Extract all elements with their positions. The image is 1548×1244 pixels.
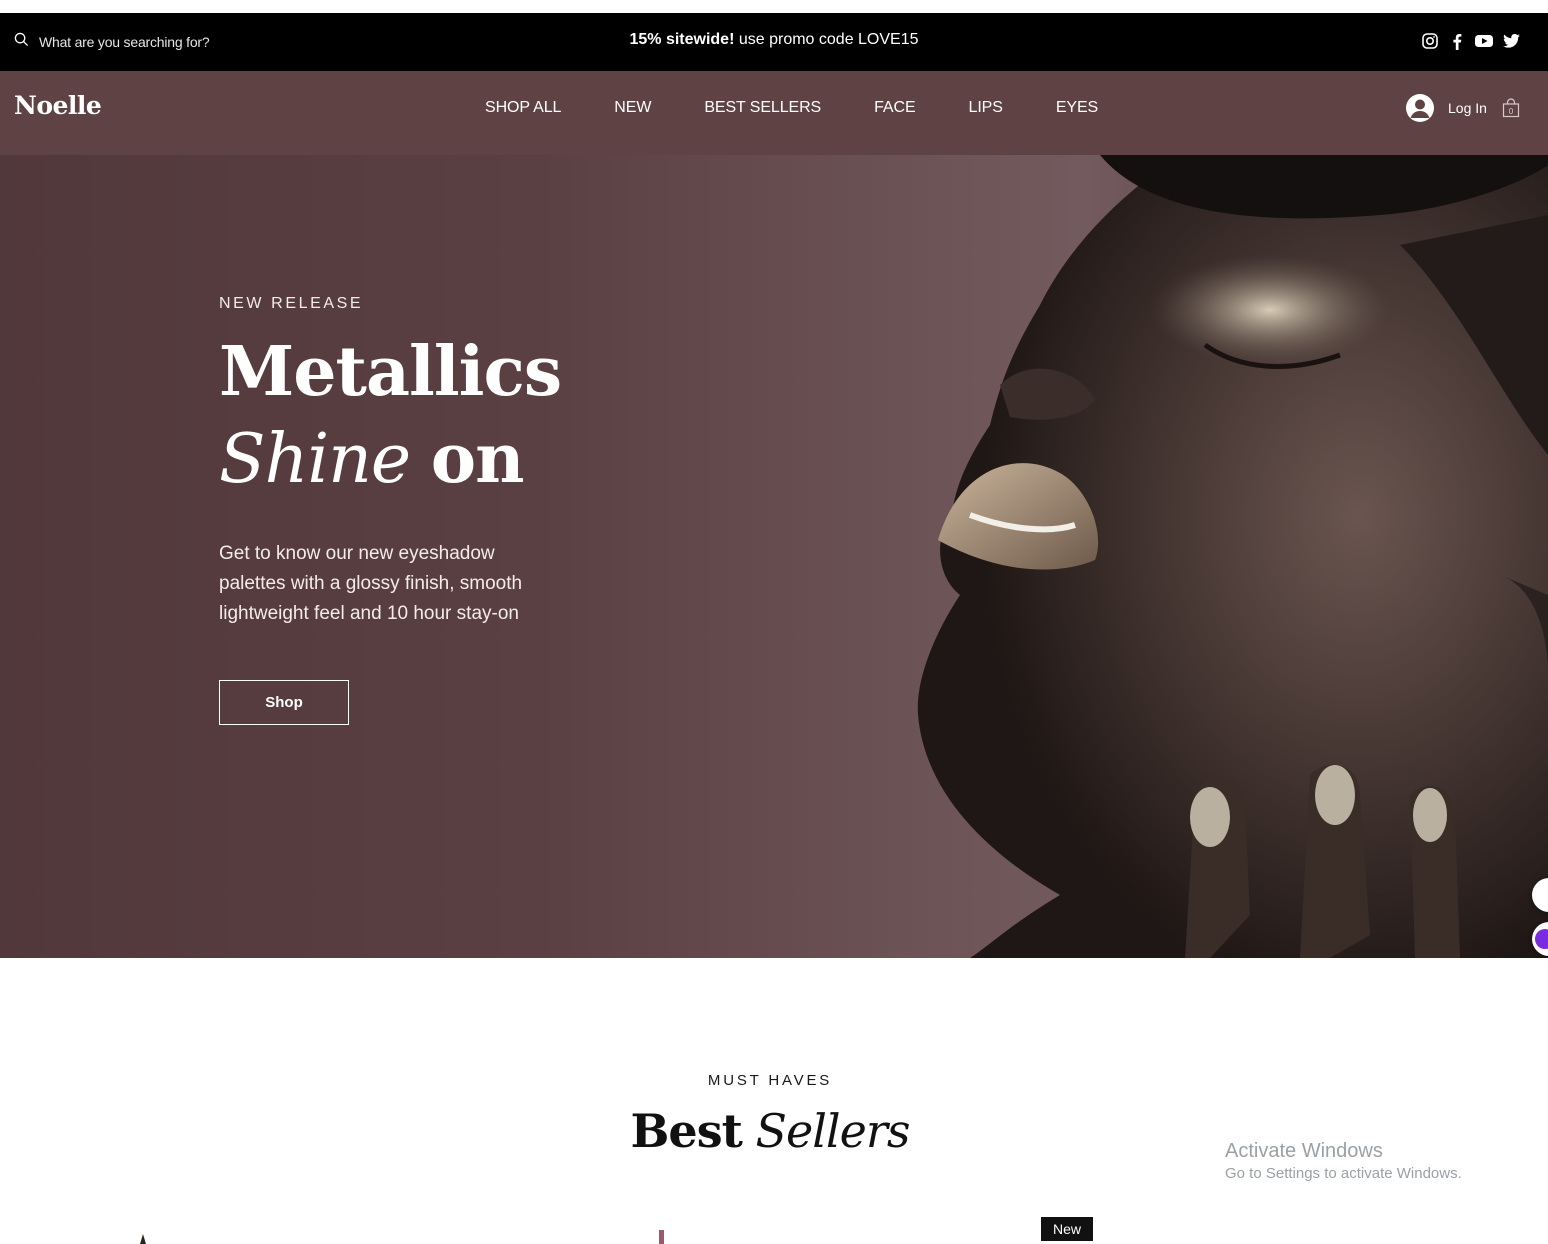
nav-best-sellers[interactable]: BEST SELLERS: [704, 99, 821, 117]
site-logo[interactable]: Noelle: [14, 91, 102, 120]
windows-activation-watermark: Activate Windows Go to Settings to activ…: [1225, 1140, 1462, 1182]
promo-text: 15% sitewide! use promo code LOVE15: [0, 31, 1548, 49]
hero-title-bold: on: [430, 419, 525, 499]
chat-icon[interactable]: [1535, 929, 1548, 949]
section-eyebrow: MUST HAVES: [707, 1072, 833, 1089]
nav-new[interactable]: NEW: [614, 99, 651, 117]
promo-rest: use promo code LOVE15: [734, 31, 919, 48]
hero-title-line2: Shine on: [219, 425, 525, 494]
heading-bold: Best: [630, 1104, 743, 1158]
heading-italic: Sellers: [755, 1104, 910, 1158]
hero-description: Get to know our new eyeshadow palettes w…: [219, 543, 523, 624]
login-button[interactable]: Log In: [1406, 94, 1487, 122]
product-image-peek[interactable]: [140, 1234, 146, 1244]
nav-lips[interactable]: LIPS: [969, 99, 1003, 117]
cart-count: 0: [1509, 107, 1514, 116]
nav-face[interactable]: FACE: [874, 99, 915, 117]
site-header: Noelle SHOP ALL NEW BEST SELLERS FACE LI…: [0, 71, 1548, 155]
main-nav: SHOP ALL NEW BEST SELLERS FACE LIPS EYES: [485, 99, 1151, 117]
hero-banner: NEW RELEASE Metallics Shine on Get to kn…: [0, 155, 1548, 958]
facebook-icon[interactable]: [1448, 32, 1466, 50]
announcement-bar: What are you searching for? 15% sitewide…: [0, 13, 1548, 71]
social-links: [1421, 32, 1520, 50]
product-image-peek[interactable]: [659, 1230, 664, 1244]
shop-button[interactable]: Shop: [219, 680, 349, 725]
cart-icon[interactable]: 0: [1502, 98, 1520, 118]
nav-shop-all[interactable]: SHOP ALL: [485, 99, 561, 117]
hero-title-italic: Shine: [219, 420, 411, 499]
nav-eyes[interactable]: EYES: [1056, 99, 1098, 117]
hero-eyebrow: NEW RELEASE: [219, 295, 364, 312]
new-badge: New: [1041, 1217, 1093, 1241]
promo-bold: 15% sitewide!: [629, 31, 735, 48]
best-sellers-section: MUST HAVES Best Sellers New: [0, 958, 1548, 1244]
hero-title-line1: Metallics: [219, 332, 562, 412]
login-label[interactable]: Log In: [1448, 100, 1487, 116]
watermark-line2: Go to Settings to activate Windows.: [1225, 1165, 1462, 1182]
watermark-line1: Activate Windows: [1225, 1140, 1383, 1162]
user-avatar-icon[interactable]: [1406, 94, 1434, 122]
instagram-icon[interactable]: [1421, 32, 1439, 50]
twitter-icon[interactable]: [1502, 32, 1520, 50]
youtube-icon[interactable]: [1475, 32, 1493, 50]
top-strip: [0, 0, 1548, 13]
